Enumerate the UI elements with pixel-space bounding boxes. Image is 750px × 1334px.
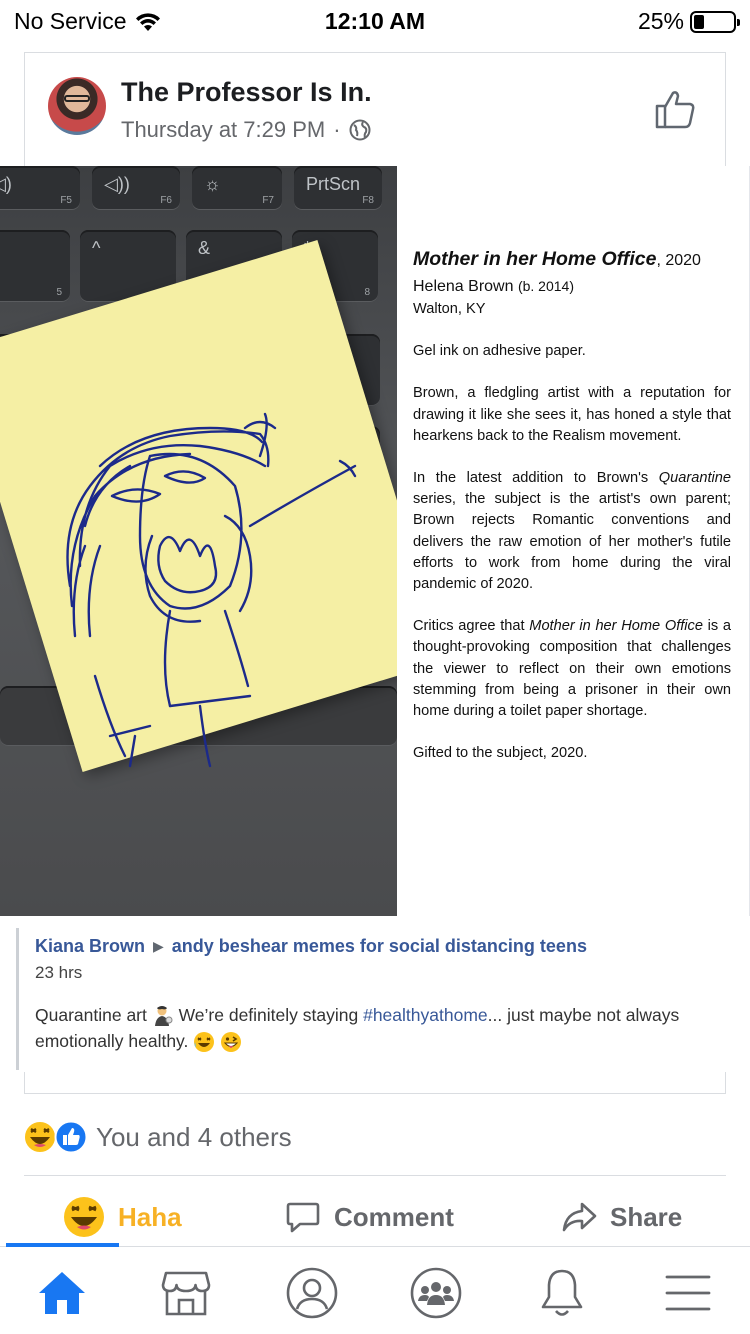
card-bottom-border — [24, 1072, 726, 1094]
thumbs-up-icon[interactable] — [653, 87, 697, 131]
shared-source: Kiana Brown ▶ andy beshear memes for soc… — [35, 936, 587, 957]
shared-timestamp[interactable]: 23 hrs — [35, 963, 82, 983]
placard-artist: Helena Brown — [413, 278, 514, 295]
post-author[interactable]: The Professor Is In. — [121, 77, 372, 108]
nav-menu[interactable] — [660, 1265, 716, 1321]
avatar[interactable] — [48, 77, 106, 135]
reactions-text[interactable]: You and 4 others — [96, 1122, 292, 1153]
placard-title: Mother in her Home Office — [413, 248, 657, 270]
nav-home[interactable] — [34, 1265, 90, 1321]
haha-reaction-icon — [23, 1120, 57, 1154]
comment-icon — [286, 1202, 320, 1233]
placard-artist-born: (b. 2014) — [517, 278, 574, 294]
share-icon — [562, 1202, 597, 1232]
bottom-nav — [0, 1243, 750, 1334]
placard-credit: Gifted to the subject, 2020. — [413, 745, 588, 762]
status-bar: No Service 12:10 AM 25% — [0, 0, 750, 42]
nav-groups[interactable] — [408, 1265, 464, 1321]
post-header: The Professor Is In. Thursday at 7:29 PM… — [24, 52, 726, 166]
haha-icon — [64, 1197, 104, 1237]
placard-medium: Gel ink on adhesive paper. — [413, 343, 586, 360]
museum-placard: Mother in her Home Office, 2020 Helena B… — [397, 166, 750, 916]
home-icon — [39, 1272, 85, 1314]
menu-icon — [665, 1275, 711, 1311]
shared-image[interactable]: ◁)F5 ◁))F6 ☼F7 PrtScnF8 %5 ^6 &7 *8 T — [0, 166, 750, 916]
notifications-icon — [541, 1269, 583, 1316]
divider — [24, 1175, 726, 1176]
groups-icon — [410, 1267, 462, 1319]
haha-label: Haha — [118, 1201, 182, 1232]
placard-paragraph-2: In the latest addition to Brown's Quaran… — [413, 470, 731, 593]
right-triangle-icon: ▶ — [153, 938, 164, 954]
profile-icon — [286, 1267, 338, 1319]
placard-location: Walton, KY — [413, 301, 486, 317]
nav-profile[interactable] — [284, 1265, 340, 1321]
source-group-link[interactable]: andy beshear memes for social distancing… — [172, 936, 587, 957]
placard-artist-line: Helena Brown (b. 2014) — [413, 274, 731, 299]
status-right: 25% — [637, 8, 740, 35]
reaction-icons — [22, 1119, 92, 1155]
placard-paragraph-3: Critics agree that Mother in her Home Of… — [413, 618, 732, 720]
share-label: Share — [610, 1201, 683, 1232]
placard-title-line: Mother in her Home Office, 2020 — [413, 246, 731, 274]
child-drawing — [66, 412, 357, 768]
source-user-link[interactable]: Kiana Brown — [35, 936, 145, 957]
battery-icon — [690, 10, 740, 33]
meta-separator: · — [333, 117, 341, 142]
share-button[interactable]: Share — [560, 1192, 682, 1242]
globe-icon — [349, 119, 371, 141]
placard-year: , 2020 — [656, 252, 701, 269]
reactions-summary[interactable]: You and 4 others — [22, 1118, 292, 1156]
artist-emoji — [154, 1006, 173, 1027]
haha-button[interactable]: Haha — [62, 1192, 182, 1242]
placard-paragraph-1: Brown, a fledgling artist with a reputat… — [413, 385, 731, 444]
marketplace-icon — [161, 1271, 211, 1316]
status-left: No Service — [14, 8, 162, 35]
wifi-icon — [136, 12, 161, 31]
nav-notifications[interactable] — [534, 1265, 590, 1321]
hashtag-link[interactable]: #healthyathome — [363, 1005, 488, 1025]
active-tab-indicator — [6, 1243, 119, 1247]
battery-percent: 25% — [637, 8, 684, 34]
shared-caption: Quarantine art We’re definitely staying … — [35, 1002, 725, 1054]
laughing-emoji — [194, 1032, 215, 1053]
comment-button[interactable]: Comment — [284, 1192, 454, 1242]
action-bar: Haha Comment Share — [0, 1186, 750, 1248]
nav-marketplace[interactable] — [158, 1265, 214, 1321]
shared-post[interactable]: Kiana Brown ▶ andy beshear memes for soc… — [16, 928, 750, 1070]
sticky-note-photo: ◁)F5 ◁))F6 ☼F7 PrtScnF8 %5 ^6 &7 *8 T — [0, 166, 397, 916]
comment-label: Comment — [334, 1201, 454, 1232]
carrier-label: No Service — [14, 8, 127, 34]
like-reaction-icon — [54, 1120, 88, 1154]
post-meta: Thursday at 7:29 PM · — [121, 117, 371, 143]
post-timestamp[interactable]: Thursday at 7:29 PM — [121, 117, 325, 143]
grinning-squint-emoji — [221, 1032, 242, 1053]
